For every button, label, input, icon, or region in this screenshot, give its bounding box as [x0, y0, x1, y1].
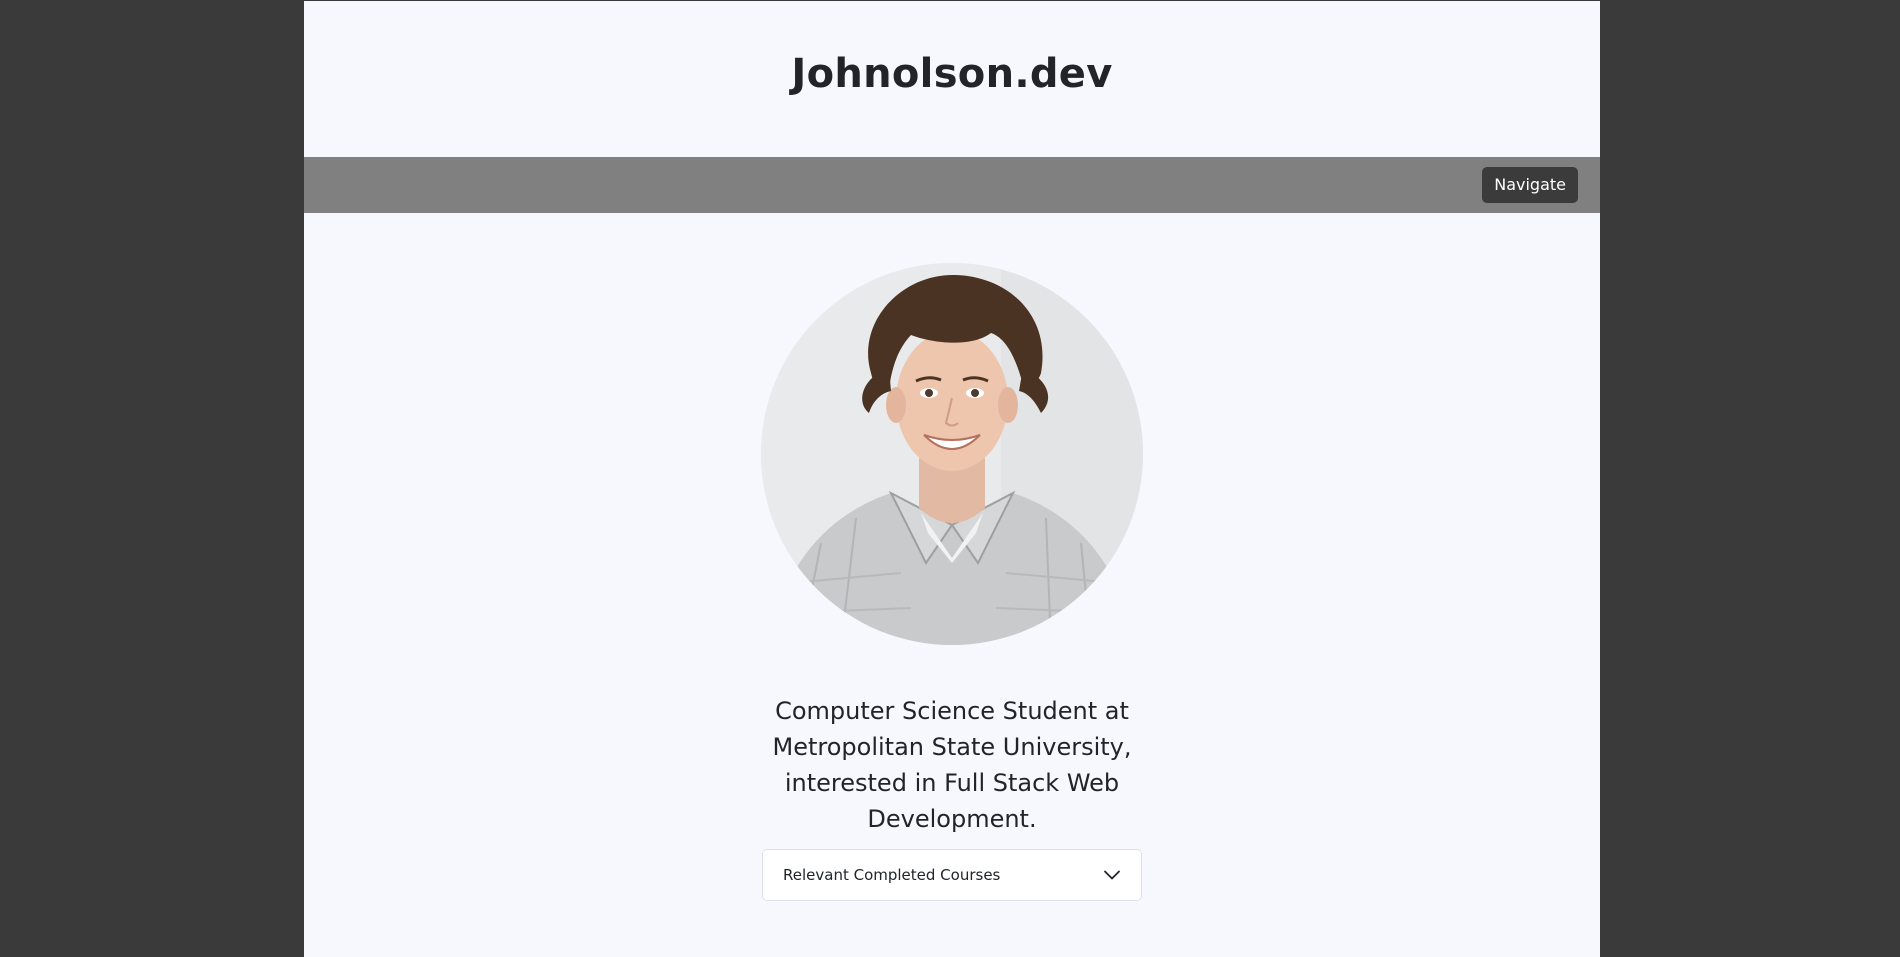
courses-accordion-label: Relevant Completed Courses [783, 866, 1001, 884]
courses-accordion-toggle[interactable]: Relevant Completed Courses [762, 849, 1142, 901]
profile-photo-illustration [761, 263, 1143, 645]
site-header: Johnolson.dev [304, 1, 1600, 157]
main-content: Computer Science Student at Metropolitan… [304, 213, 1600, 901]
navigate-button[interactable]: Navigate [1482, 167, 1578, 203]
bio-text: Computer Science Student at Metropolitan… [772, 697, 1132, 833]
navbar: Navigate [304, 157, 1600, 213]
chevron-down-icon [1104, 870, 1120, 880]
page-container: Johnolson.dev Navigate Computer Science … [304, 1, 1600, 957]
profile-photo [761, 263, 1143, 645]
site-title: Johnolson.dev [791, 51, 1113, 97]
